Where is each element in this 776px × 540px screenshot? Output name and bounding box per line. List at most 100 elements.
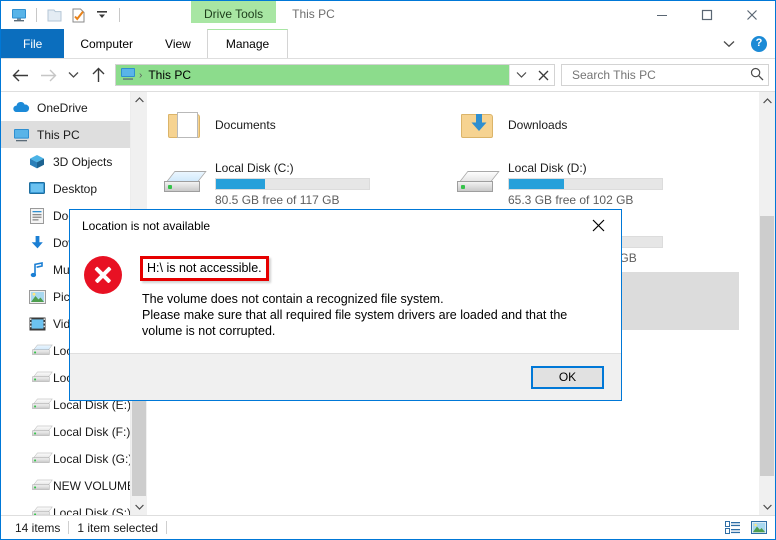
dialog-body: H:\ is not accessible. The volume does n…	[70, 242, 621, 353]
folders-row: Documents Downloads	[153, 98, 775, 156]
properties-icon[interactable]	[68, 5, 88, 25]
documents-icon	[27, 207, 47, 225]
dialog-body-line-1: The volume does not contain a recognized…	[142, 291, 607, 307]
computer-icon	[11, 126, 31, 144]
tab-file[interactable]: File	[1, 29, 64, 58]
videos-icon	[27, 315, 47, 333]
minimize-button[interactable]	[639, 1, 684, 29]
drive-icon	[27, 396, 47, 414]
sidebar-item-3d-objects[interactable]: 3D Objects	[1, 148, 147, 175]
drive-icon	[27, 504, 47, 516]
title-bar: Drive Tools This PC	[1, 1, 775, 29]
pictures-icon	[27, 288, 47, 306]
content-scrollbar[interactable]	[759, 92, 775, 515]
folder-downloads-icon	[450, 101, 506, 151]
tile-drive-c[interactable]: Local Disk (C:) 80.5 GB free of 117 GB	[153, 156, 446, 212]
drive-row-1: Local Disk (C:) 80.5 GB free of 117 GB L…	[153, 156, 775, 214]
capacity-bar	[508, 178, 663, 190]
search-box[interactable]	[561, 64, 769, 86]
tab-manage[interactable]: Manage	[207, 29, 288, 58]
window-title: This PC	[276, 1, 335, 21]
file-explorer-window: Drive Tools This PC File Computer View M…	[0, 0, 776, 540]
this-pc-breadcrumb-icon	[120, 67, 136, 84]
recent-locations-button[interactable]	[63, 62, 83, 88]
drive-icon	[27, 450, 47, 468]
this-pc-icon[interactable]	[9, 5, 29, 25]
large-icons-view-icon[interactable]	[749, 519, 769, 537]
dialog-close-button[interactable]	[575, 210, 621, 240]
drive-icon	[27, 477, 47, 495]
window-controls	[639, 1, 775, 29]
capacity-text: 80.5 GB free of 117 GB	[215, 193, 442, 207]
tile-label: Downloads	[508, 118, 735, 132]
close-button[interactable]	[729, 1, 775, 29]
selection-info: 1 item selected	[69, 521, 166, 535]
tile-drive-d[interactable]: Local Disk (D:) 65.3 GB free of 102 GB	[446, 156, 739, 212]
dialog-footer: OK	[70, 353, 621, 400]
sidebar-label: Desktop	[53, 182, 97, 196]
ok-button[interactable]: OK	[531, 366, 604, 389]
sidebar-label: Local Disk (F:)	[53, 425, 130, 439]
error-dialog: Location is not available H:\ is not acc…	[69, 209, 622, 401]
address-dropdown-button[interactable]	[509, 65, 532, 85]
dialog-body-line-2: Please make sure that all required file …	[142, 307, 607, 339]
scroll-up-icon[interactable]	[759, 92, 775, 109]
tile-folder-documents[interactable]: Documents	[153, 98, 446, 154]
sidebar-label: OneDrive	[37, 101, 88, 115]
main-area: OneDrive This PC 3D Objects	[1, 91, 775, 515]
tile-folder-downloads[interactable]: Downloads	[446, 98, 739, 154]
search-icon[interactable]	[750, 67, 764, 84]
dialog-title: Location is not available	[82, 219, 210, 233]
sidebar-item-onedrive[interactable]: OneDrive	[1, 94, 147, 121]
breadcrumb-path[interactable]: This PC	[145, 68, 191, 82]
system-drive-icon	[27, 342, 47, 360]
status-bar: 14 items 1 item selected	[1, 515, 775, 539]
drive-icon	[450, 159, 506, 209]
music-icon	[27, 261, 47, 279]
sidebar-item-new-volume-h[interactable]: NEW VOLUME (H:)	[1, 472, 147, 499]
help-icon[interactable]: ?	[747, 32, 771, 56]
up-button[interactable]	[85, 62, 111, 88]
tile-label: Documents	[215, 118, 442, 132]
desktop-icon	[27, 180, 47, 198]
qat-divider-2	[119, 8, 120, 22]
maximize-button[interactable]	[684, 1, 729, 29]
forward-button[interactable]	[35, 62, 61, 88]
sidebar-item-desktop[interactable]: Desktop	[1, 175, 147, 202]
search-input[interactable]	[570, 67, 750, 83]
sidebar-item-local-disk-s[interactable]: Local Disk (S:)	[1, 499, 147, 515]
capacity-bar	[215, 178, 370, 190]
sidebar-label: This PC	[37, 128, 80, 142]
scroll-down-icon[interactable]	[131, 499, 147, 515]
address-bar[interactable]: › This PC	[115, 64, 555, 86]
dialog-title-bar: Location is not available	[70, 210, 621, 242]
chevron-down-icon[interactable]	[717, 32, 741, 56]
content-scroll-thumb[interactable]	[760, 216, 774, 476]
qat-divider-1	[36, 8, 37, 22]
sidebar-label: Local Disk (S:)	[53, 506, 131, 516]
tile-label: Local Disk (D:)	[508, 161, 735, 175]
error-icon	[84, 250, 140, 353]
downloads-icon	[27, 234, 47, 252]
details-view-icon[interactable]	[723, 519, 743, 537]
scroll-down-icon[interactable]	[759, 498, 775, 515]
address-stop-button[interactable]	[532, 65, 554, 85]
sidebar-item-local-disk-f[interactable]: Local Disk (F:)	[1, 418, 147, 445]
customize-dropdown-icon[interactable]	[92, 5, 112, 25]
breadcrumb-separator: ›	[139, 70, 142, 81]
quick-access-toolbar	[1, 5, 123, 25]
ribbon-tab-bar: File Computer View Manage ?	[1, 29, 775, 59]
capacity-text: 65.3 GB free of 102 GB	[508, 193, 735, 207]
objects-icon	[27, 153, 47, 171]
scroll-up-icon[interactable]	[131, 92, 147, 108]
sidebar-item-this-pc[interactable]: This PC	[1, 121, 147, 148]
tab-computer[interactable]: Computer	[64, 29, 149, 58]
address-toolbar: › This PC	[1, 59, 775, 91]
back-button[interactable]	[7, 62, 33, 88]
sidebar-item-local-disk-g[interactable]: Local Disk (G:)	[1, 445, 147, 472]
dialog-headline: H:\ is not accessible.	[140, 256, 269, 281]
new-folder-icon[interactable]	[44, 5, 64, 25]
ribbon-right-controls: ?	[717, 29, 771, 58]
tab-view[interactable]: View	[149, 29, 207, 58]
contextual-tab-group: Drive Tools This PC	[191, 1, 335, 29]
